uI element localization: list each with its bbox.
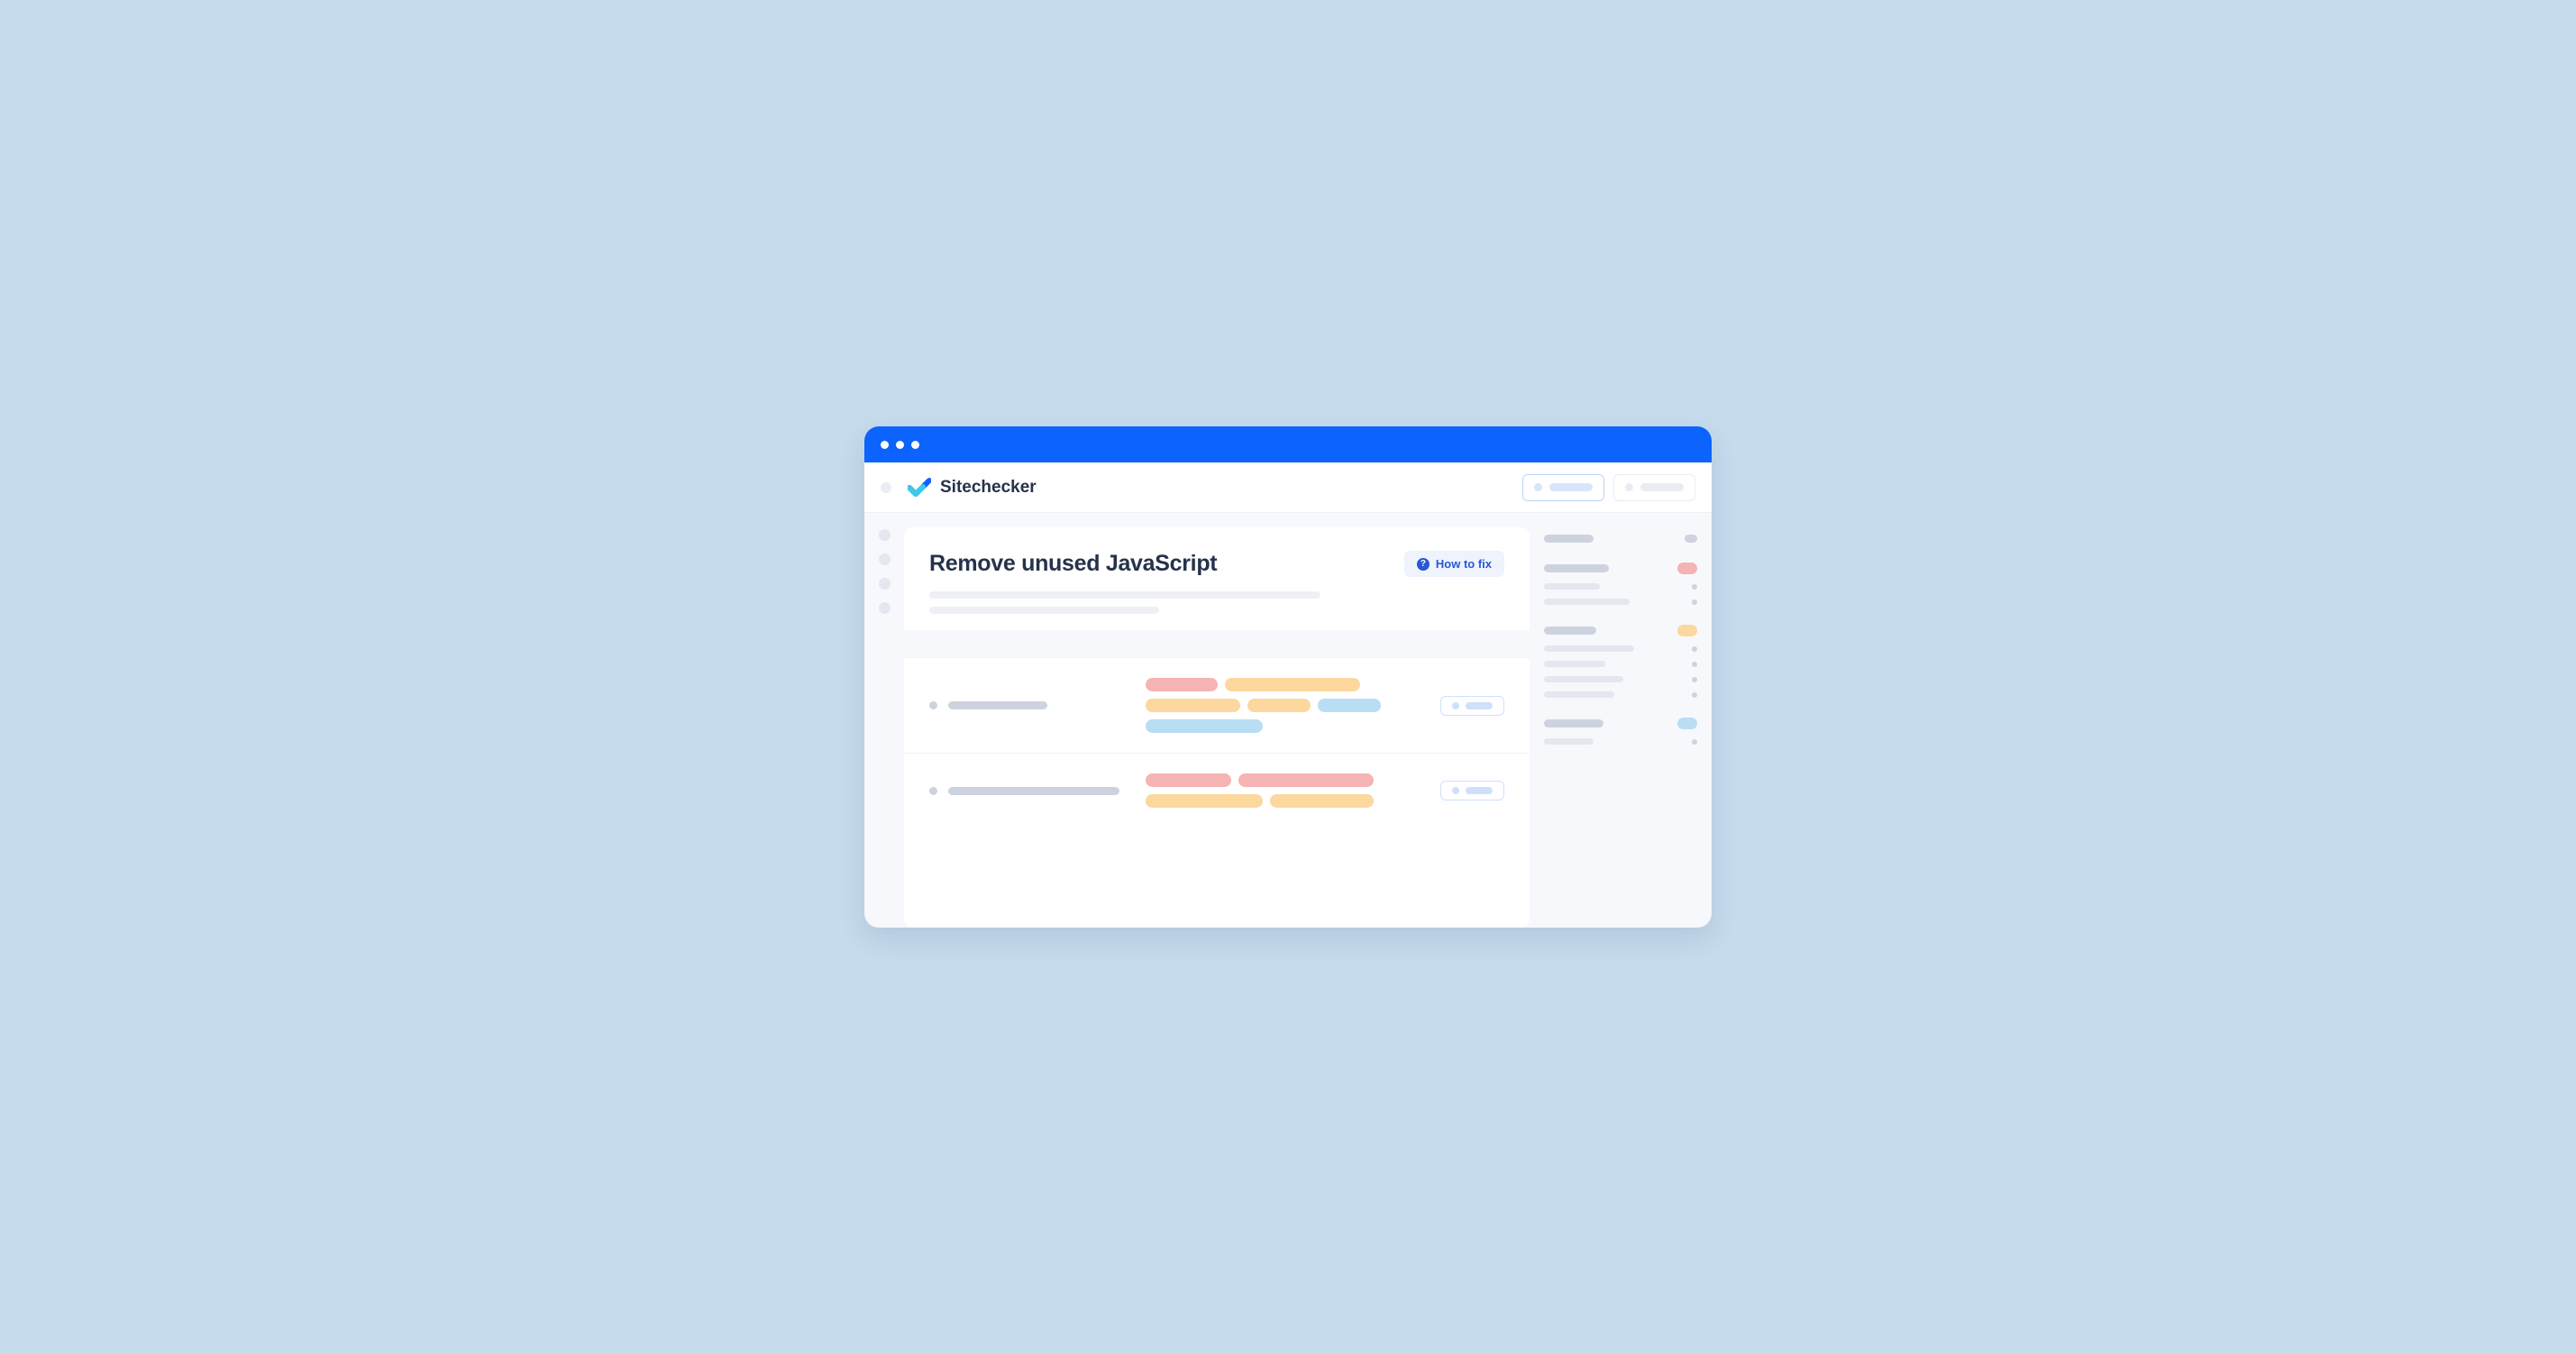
sidebar-heading-skeleton	[1544, 564, 1609, 572]
nav-item[interactable]	[879, 529, 891, 541]
sidebar-item-skeleton	[1544, 738, 1594, 745]
sidebar-item[interactable]	[1544, 645, 1697, 652]
description-skeleton	[929, 607, 1159, 614]
sidebar-group	[1544, 718, 1697, 745]
table-header-band	[904, 630, 1530, 657]
sidebar	[1544, 527, 1697, 928]
sidebar-group	[1544, 535, 1697, 543]
status-pill	[1677, 563, 1697, 574]
tag	[1225, 678, 1360, 691]
row-tags	[1146, 678, 1422, 733]
window-control-minimize[interactable]	[896, 441, 904, 449]
sidebar-heading-skeleton	[1544, 719, 1603, 727]
sidebar-item[interactable]	[1544, 583, 1697, 590]
status-pill	[1677, 718, 1697, 729]
sitechecker-logo-icon	[908, 478, 931, 498]
menu-icon[interactable]	[881, 482, 891, 493]
sidebar-item-count	[1692, 739, 1697, 745]
row-tags	[1146, 773, 1422, 808]
nav-rail	[864, 513, 904, 928]
sidebar-item-count	[1692, 584, 1697, 590]
sidebar-item-skeleton	[1544, 691, 1614, 698]
app-header: Sitechecker	[864, 462, 1712, 513]
sidebar-item-count	[1692, 646, 1697, 652]
tag	[1146, 794, 1263, 808]
row-action-button[interactable]	[1440, 696, 1504, 716]
sidebar-item-count	[1692, 692, 1697, 698]
sidebar-item-count	[1692, 677, 1697, 682]
main-card: Remove unused JavaScript ? How to fix	[904, 527, 1530, 928]
sidebar-item-skeleton	[1544, 676, 1623, 682]
row-status-icon	[929, 701, 937, 709]
tag	[1146, 719, 1263, 733]
brand[interactable]: Sitechecker	[908, 478, 1037, 498]
sidebar-count-skeleton	[1685, 535, 1697, 543]
window-control-close[interactable]	[881, 441, 889, 449]
sidebar-heading-skeleton	[1544, 535, 1594, 543]
tag	[1146, 678, 1218, 691]
header-action-primary[interactable]	[1522, 474, 1604, 501]
sidebar-item[interactable]	[1544, 691, 1697, 698]
nav-item[interactable]	[879, 578, 891, 590]
placeholder-label	[1466, 787, 1493, 794]
row-action-button[interactable]	[1440, 781, 1504, 801]
header-action-secondary[interactable]	[1613, 474, 1695, 501]
sidebar-group	[1544, 625, 1697, 698]
sidebar-group	[1544, 563, 1697, 605]
row-status-icon	[929, 787, 937, 795]
nav-item[interactable]	[879, 602, 891, 614]
sidebar-item-skeleton	[1544, 599, 1630, 605]
result-row[interactable]	[904, 657, 1530, 753]
sidebar-item[interactable]	[1544, 738, 1697, 745]
sidebar-item[interactable]	[1544, 599, 1697, 605]
tag	[1247, 699, 1311, 712]
window-control-maximize[interactable]	[911, 441, 919, 449]
sidebar-item-count	[1692, 599, 1697, 605]
status-pill	[1677, 625, 1697, 636]
tag	[1238, 773, 1374, 787]
brand-name: Sitechecker	[940, 478, 1037, 498]
browser-window: Sitechecker Remove unused JavaScript	[864, 426, 1712, 928]
tag	[1146, 773, 1231, 787]
window-titlebar	[864, 426, 1712, 462]
sidebar-item-skeleton	[1544, 645, 1634, 652]
how-to-fix-button[interactable]: ? How to fix	[1404, 551, 1504, 577]
placeholder-label	[1549, 483, 1593, 491]
placeholder-label	[1640, 483, 1684, 491]
placeholder-icon	[1452, 787, 1459, 794]
placeholder-icon	[1534, 483, 1542, 491]
row-url-skeleton	[948, 701, 1047, 709]
placeholder-label	[1466, 702, 1493, 709]
content-area: Remove unused JavaScript ? How to fix	[904, 513, 1712, 928]
description-skeleton	[929, 591, 1320, 599]
sidebar-item[interactable]	[1544, 676, 1697, 682]
row-url-skeleton	[948, 787, 1119, 795]
nav-item[interactable]	[879, 553, 891, 565]
sidebar-item-skeleton	[1544, 583, 1600, 590]
tag	[1146, 699, 1240, 712]
app-body: Remove unused JavaScript ? How to fix	[864, 513, 1712, 928]
sidebar-item-count	[1692, 662, 1697, 667]
card-header: Remove unused JavaScript ? How to fix	[904, 527, 1530, 630]
result-row[interactable]	[904, 753, 1530, 828]
sidebar-item[interactable]	[1544, 661, 1697, 667]
page-title: Remove unused JavaScript	[929, 551, 1217, 577]
sidebar-heading-skeleton	[1544, 627, 1596, 635]
how-to-fix-label: How to fix	[1436, 557, 1492, 571]
tag	[1318, 699, 1381, 712]
placeholder-icon	[1625, 483, 1633, 491]
sidebar-item-skeleton	[1544, 661, 1605, 667]
question-icon: ?	[1417, 558, 1430, 571]
placeholder-icon	[1452, 702, 1459, 709]
tag	[1270, 794, 1374, 808]
